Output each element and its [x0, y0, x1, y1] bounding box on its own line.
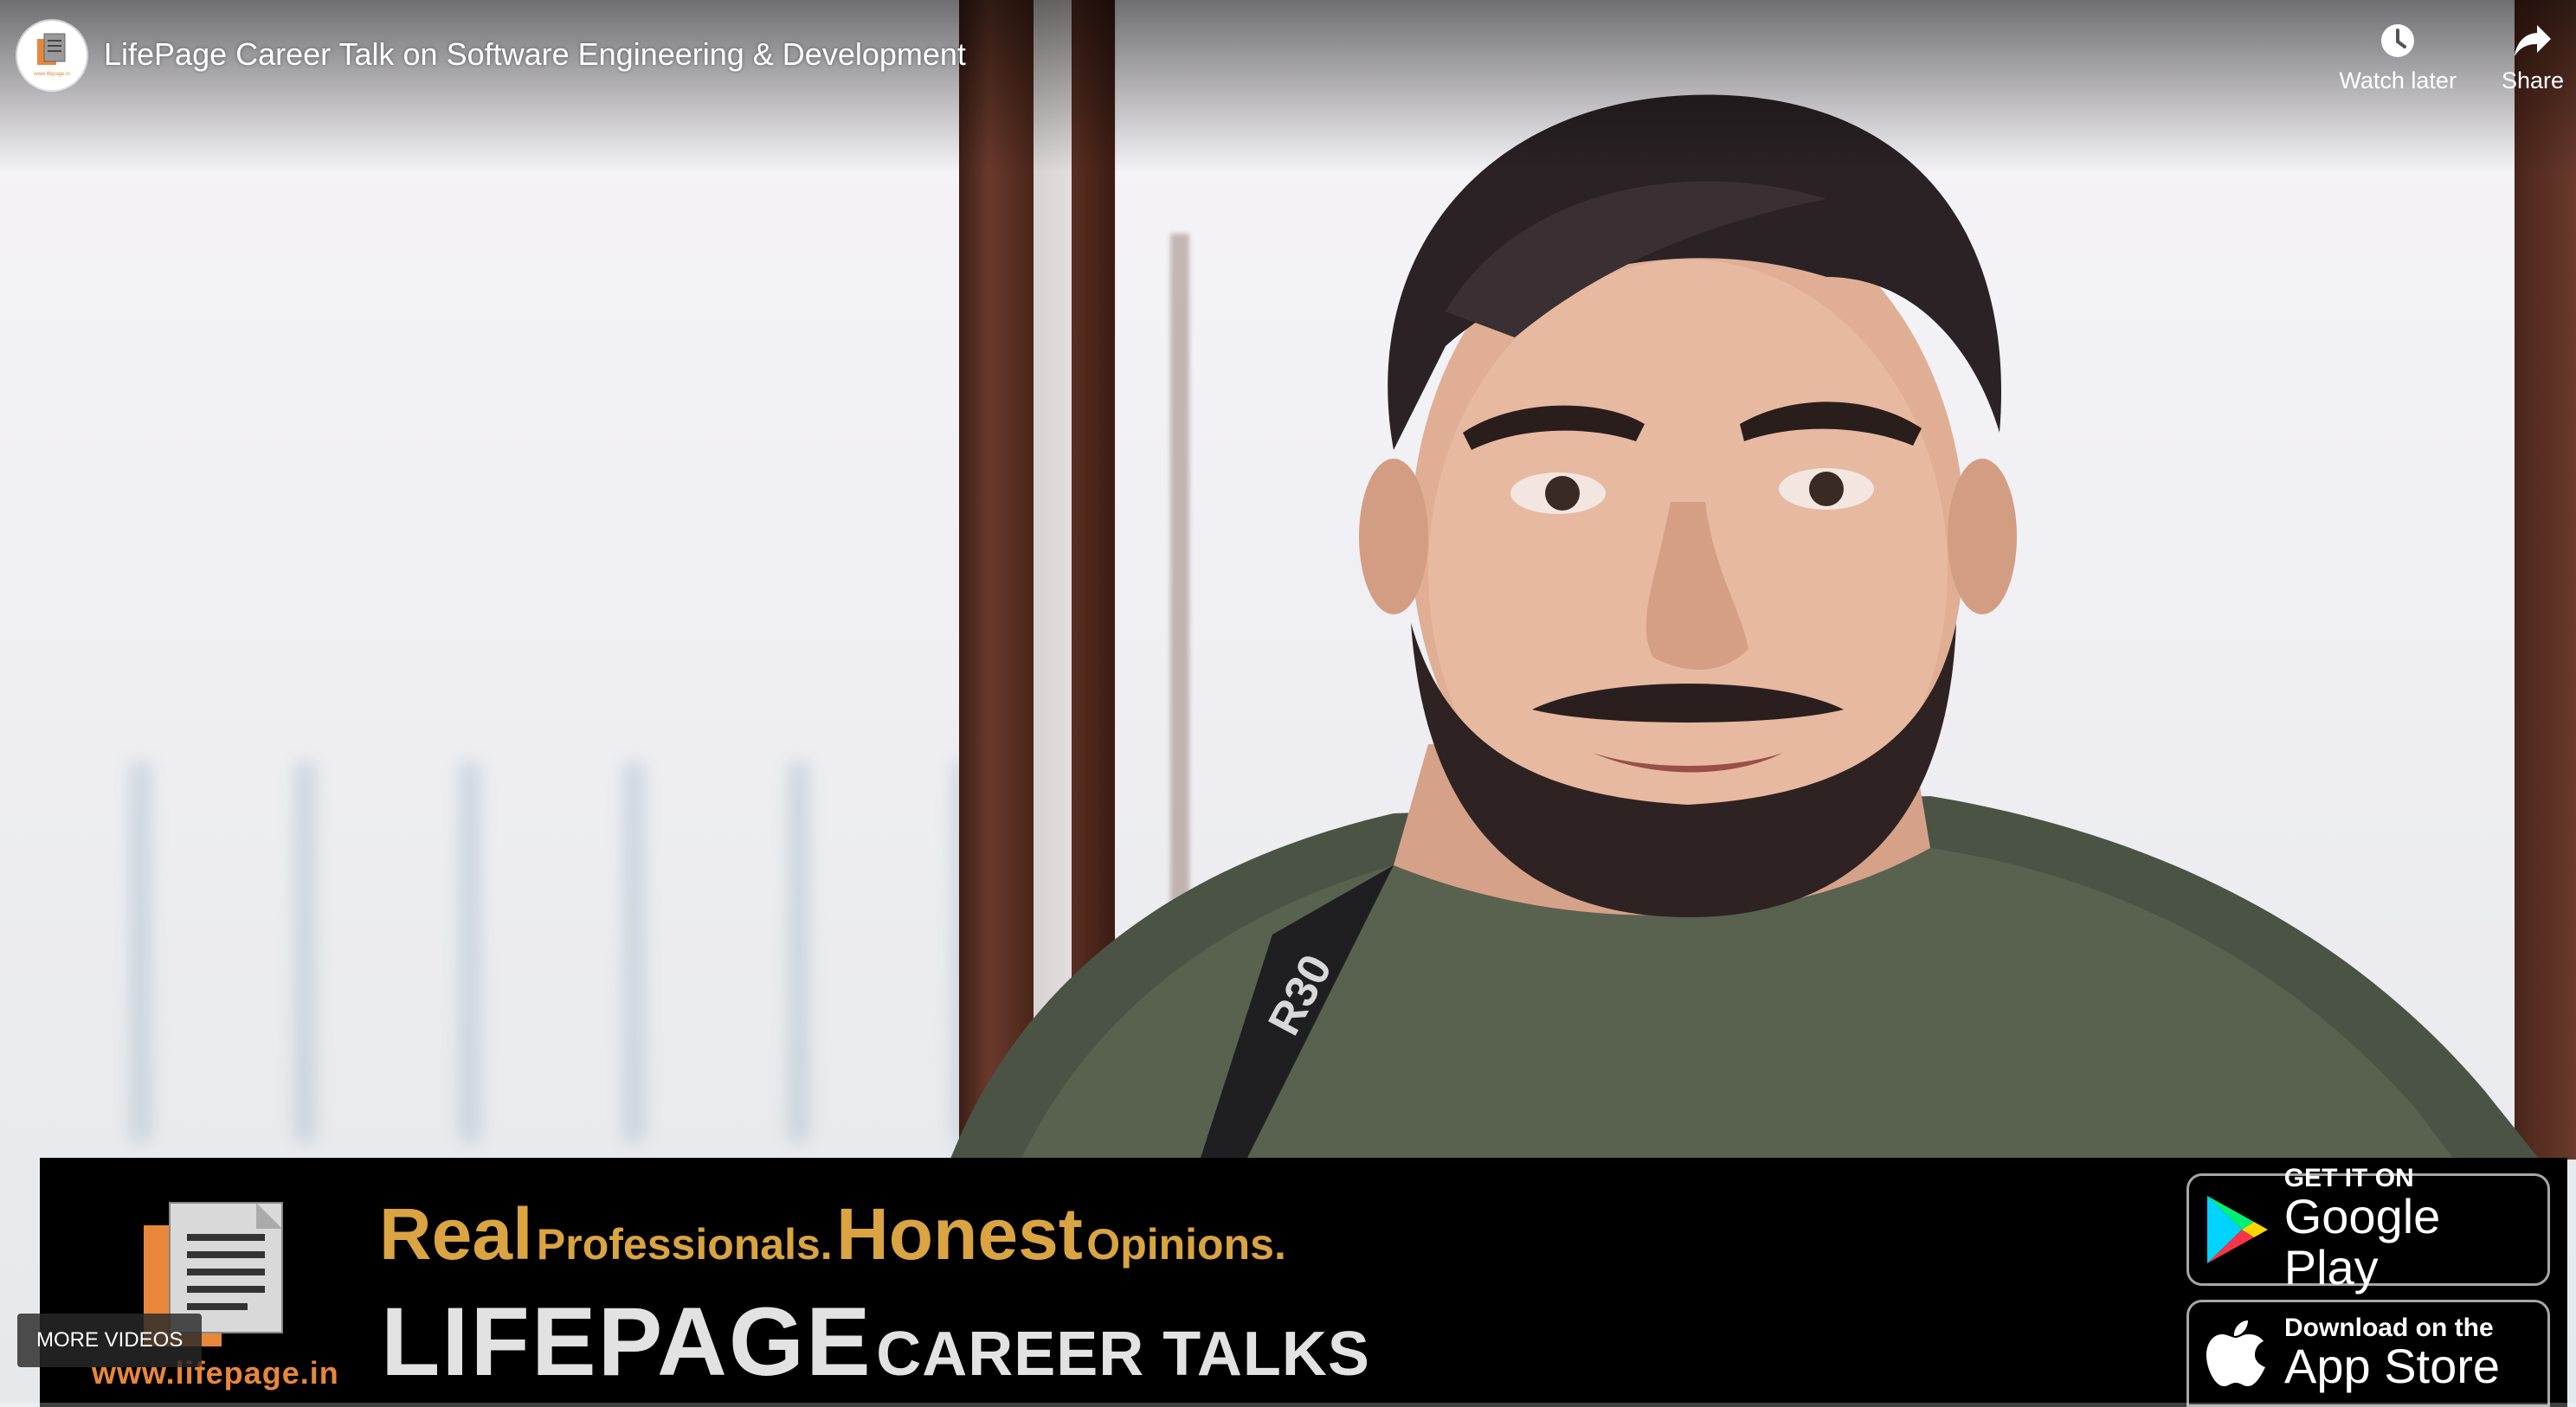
google-play-small-text: GET IT ON [2283, 1164, 2414, 1193]
tagline-word-real: Real [379, 1193, 533, 1275]
share-arrow-icon [2511, 19, 2554, 62]
brand-sub: CAREER TALKS [876, 1320, 1370, 1389]
apple-icon [2189, 1319, 2284, 1388]
share-label: Share [2501, 67, 2564, 93]
banner-brand: LIFEPAGE CAREER TALKS [381, 1286, 1370, 1397]
promo-banner: www.lifepage.in Real Professionals. Hone… [40, 1158, 2567, 1407]
watch-later-button[interactable]: Watch later [2339, 19, 2457, 94]
video-title[interactable]: LifePage Career Talk on Software Enginee… [104, 36, 966, 73]
top-actions: Watch later Share [2339, 19, 2564, 94]
video-player[interactable]: R30 www.lifepage.in LifePage Career Talk… [0, 0, 2576, 1407]
clock-icon [2376, 19, 2419, 62]
speaker-figure: R30 [943, 94, 2553, 1177]
google-play-badge[interactable]: GET IT ON Google Play [2186, 1166, 2550, 1293]
progress-bar[interactable] [0, 1403, 2576, 1407]
tagline-word-opinions: Opinions. [1086, 1220, 1286, 1269]
background-blur-posts [0, 761, 969, 1142]
app-store-small-text: Download on the [2284, 1313, 2494, 1342]
app-store-big-text: App Store [2284, 1338, 2501, 1393]
channel-avatar[interactable]: www.lifepage.in [17, 21, 87, 90]
more-videos-button[interactable]: MORE VIDEOS [17, 1314, 203, 1367]
google-play-icon [2189, 1192, 2284, 1267]
lifepage-logo-icon: www.lifepage.in [33, 33, 70, 77]
brand-main: LIFEPAGE [381, 1288, 873, 1396]
share-button[interactable]: Share [2502, 19, 2564, 94]
tagline-word-professionals: Professionals. [536, 1220, 833, 1269]
banner-tagline: Real Professionals. Honest Opinions. [379, 1192, 1286, 1276]
google-play-big-text: Google Play [2283, 1189, 2441, 1295]
app-store-badge[interactable]: Download on the App Store [2186, 1300, 2550, 1407]
channel-logo-text: www.lifepage.in [33, 72, 70, 77]
watch-later-label: Watch later [2339, 67, 2457, 93]
tagline-word-honest: Honest [836, 1193, 1083, 1275]
top-gradient-overlay [0, 0, 2576, 173]
